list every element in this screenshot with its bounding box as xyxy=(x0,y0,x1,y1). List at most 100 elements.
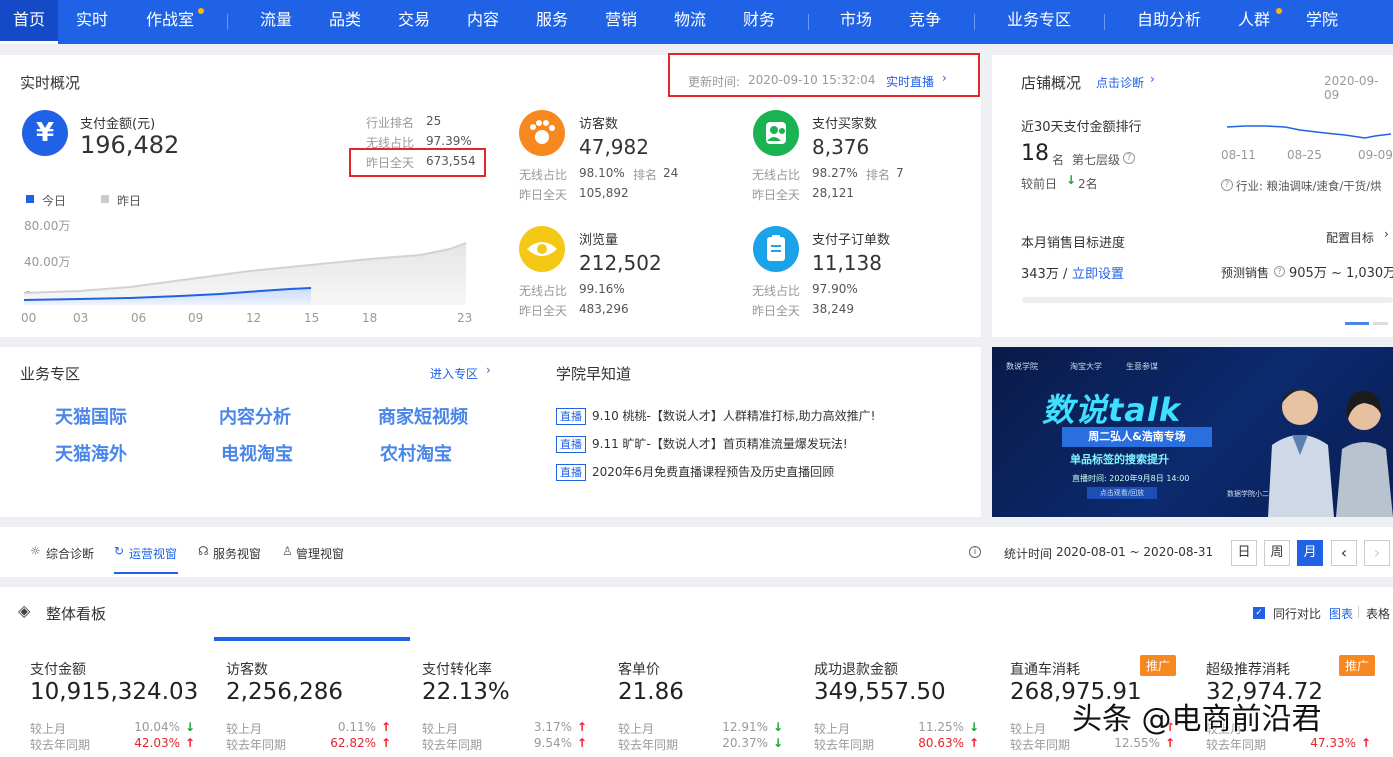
academy-item-text: 9.11 旷旷-【数说人才】首页精准流量爆发玩法! xyxy=(592,437,848,451)
nav-item-home[interactable]: 首页 xyxy=(0,0,58,44)
x-tick: 15 xyxy=(304,311,319,325)
mom-value: 12.91% xyxy=(722,720,768,734)
help-icon[interactable]: ? xyxy=(1274,266,1285,277)
metric-card-visitors[interactable]: 访客数 2,256,286 较上月0.11%↑ 较去年同期62.82%↑ xyxy=(214,637,410,757)
rank-unit: 名 xyxy=(1052,151,1064,168)
pageviews-label: 浏览量 xyxy=(579,229,618,248)
forecast-label: 预测销售 xyxy=(1221,264,1269,281)
business-title: 业务专区 xyxy=(20,363,80,384)
nav-item-crowd[interactable]: 人群 xyxy=(1238,0,1270,44)
arrow-up-icon: ↑ xyxy=(1165,736,1175,750)
nav-item-self-analysis[interactable]: 自助分析 xyxy=(1137,0,1201,44)
mom-value: 10.04% xyxy=(134,720,180,734)
tab-management[interactable]: 管理视窗 xyxy=(296,545,344,562)
promo-banner[interactable]: 数说学院 淘宝大学 生意参谋 数说talk 周二弘人&浩南专场 单品标签的搜索提… xyxy=(992,347,1393,517)
banner-logo: 生意参谋 xyxy=(1126,361,1158,372)
x-tick: 00 xyxy=(21,311,36,325)
metric-value: 21.86 xyxy=(618,679,684,705)
yoy-value: 47.33% xyxy=(1310,736,1356,750)
arrow-down-icon: ↓ xyxy=(969,720,979,734)
banner-logo: 数说学院 xyxy=(1006,361,1038,372)
metric-card-conversion[interactable]: 支付转化率 22.13% 较上月3.17%↑ 较去年同期9.54%↑ xyxy=(410,637,606,757)
biz-tmall-intl[interactable]: 天猫国际 xyxy=(55,403,127,429)
nav-item-logistics[interactable]: 物流 xyxy=(674,0,706,44)
tab-operations[interactable]: 运营视窗 xyxy=(129,545,177,562)
yoy-label: 较去年同期 xyxy=(1010,738,1070,752)
prev-period-button[interactable]: ‹ xyxy=(1331,540,1357,566)
mom-value: 0.11% xyxy=(338,720,376,734)
academy-item[interactable]: 直播9.10 桃桃-【数说人才】人群精准打标,助力高效推广! xyxy=(556,407,876,425)
pay-amount-label: 支付金额(元) xyxy=(80,113,155,132)
y-tick: 80.00万 xyxy=(24,217,70,234)
live-link[interactable]: 实时直播 xyxy=(886,73,934,90)
nav-item-war-room[interactable]: 作战室 xyxy=(146,0,194,44)
pager-dot-active[interactable] xyxy=(1345,322,1369,325)
update-label: 更新时间: xyxy=(688,73,740,90)
tab-service[interactable]: 服务视窗 xyxy=(213,545,261,562)
pager-dot[interactable] xyxy=(1373,322,1388,325)
yoy-value: 9.54% xyxy=(534,736,572,750)
metric-wireless-value: 97.90% xyxy=(812,282,858,296)
buyers-label: 支付买家数 xyxy=(812,113,877,132)
help-icon[interactable]: ? xyxy=(1123,152,1135,164)
yoy-label: 较去年同期 xyxy=(226,738,286,752)
help-icon[interactable]: ? xyxy=(1221,179,1233,191)
eye-icon xyxy=(519,226,565,272)
biz-tmall-overseas[interactable]: 天猫海外 xyxy=(55,440,127,466)
metric-card-pay-amount[interactable]: 支付金额 10,915,324.03 较上月10.04%↓ 较去年同期42.03… xyxy=(18,637,214,757)
metric-wireless-label: 无线占比 xyxy=(519,166,567,183)
compare-value: 2名 xyxy=(1078,175,1098,192)
wireless-share-value: 97.39% xyxy=(426,134,472,148)
config-goal-link[interactable]: 配置目标 xyxy=(1326,229,1374,246)
period-week-button[interactable]: 周 xyxy=(1264,540,1290,566)
biz-tv-taobao[interactable]: 电视淘宝 xyxy=(221,440,293,466)
promo-tag: 推广 xyxy=(1140,655,1176,676)
goal-title: 本月销售目标进度 xyxy=(1021,232,1125,251)
view-tabs-bar: ☼ 综合诊断 ↻ 运营视窗 ☊ 服务视窗 ♙ 管理视窗 i 统计时间 2020-… xyxy=(0,527,1393,577)
nav-item-finance[interactable]: 财务 xyxy=(743,0,775,44)
x-date: 08-25 xyxy=(1287,148,1322,162)
refresh-icon: ↻ xyxy=(114,544,124,558)
metric-card-avg-order[interactable]: 客单价 21.86 较上月12.91%↓ 较去年同期20.37%↓ xyxy=(606,637,802,757)
table-view-toggle[interactable]: 表格 xyxy=(1366,605,1390,622)
metric-yesterday-value: 28,121 xyxy=(812,186,854,200)
nav-item-realtime[interactable]: 实时 xyxy=(76,0,108,44)
nav-item-service[interactable]: 服务 xyxy=(536,0,568,44)
period-month-button[interactable]: 月 xyxy=(1297,540,1323,566)
set-goal-link[interactable]: 立即设置 xyxy=(1072,263,1124,282)
nav-item-marketing[interactable]: 营销 xyxy=(605,0,637,44)
metric-yesterday-label: 昨日全天 xyxy=(752,186,800,203)
biz-content-analysis[interactable]: 内容分析 xyxy=(219,403,291,429)
biz-short-video[interactable]: 商家短视频 xyxy=(378,403,468,429)
diagnose-link[interactable]: 点击诊断 xyxy=(1096,74,1144,91)
academy-item[interactable]: 直播9.11 旷旷-【数说人才】首页精准流量爆发玩法! xyxy=(556,435,848,453)
next-period-button[interactable]: › xyxy=(1364,540,1390,566)
nav-item-category[interactable]: 品类 xyxy=(329,0,361,44)
forecast-value: 905万 ~ 1,030万 xyxy=(1289,262,1393,281)
info-icon[interactable]: i xyxy=(969,546,981,558)
tab-diagnosis[interactable]: 综合诊断 xyxy=(46,545,94,562)
metric-card-refunds[interactable]: 成功退款金额 349,557.50 较上月11.25%↓ 较去年同期80.63%… xyxy=(802,637,998,757)
nav-item-market[interactable]: 市场 xyxy=(840,0,872,44)
nav-item-content[interactable]: 内容 xyxy=(467,0,499,44)
mom-value: 11.25% xyxy=(918,720,964,734)
period-day-button[interactable]: 日 xyxy=(1231,540,1257,566)
academy-item[interactable]: 直播2020年6月免费直播课程预告及历史直播回顾 xyxy=(556,463,834,481)
nav-item-competition[interactable]: 竞争 xyxy=(909,0,941,44)
metric-yesterday-value: 38,249 xyxy=(812,302,854,316)
arrow-up-icon: ↑ xyxy=(381,736,391,750)
arrow-up-icon: ↑ xyxy=(577,720,587,734)
nav-item-academy[interactable]: 学院 xyxy=(1306,0,1338,44)
chart-view-toggle[interactable]: 图表 xyxy=(1329,605,1353,622)
nav-item-traffic[interactable]: 流量 xyxy=(260,0,292,44)
headset-icon: ☊ xyxy=(198,544,209,558)
banner-watch-button[interactable]: 点击观看/回放 xyxy=(1087,487,1157,499)
metric-label: 直通车消耗 xyxy=(1010,659,1080,679)
nav-divider xyxy=(1104,14,1105,30)
enter-zone-link[interactable]: 进入专区 xyxy=(430,365,478,382)
nav-item-business-zone[interactable]: 业务专区 xyxy=(1007,0,1071,44)
nav-item-trade[interactable]: 交易 xyxy=(398,0,430,44)
peer-compare-checkbox[interactable]: ✓ xyxy=(1253,607,1265,619)
biz-rural-taobao[interactable]: 农村淘宝 xyxy=(380,440,452,466)
academy-title: 学院早知道 xyxy=(556,363,631,384)
